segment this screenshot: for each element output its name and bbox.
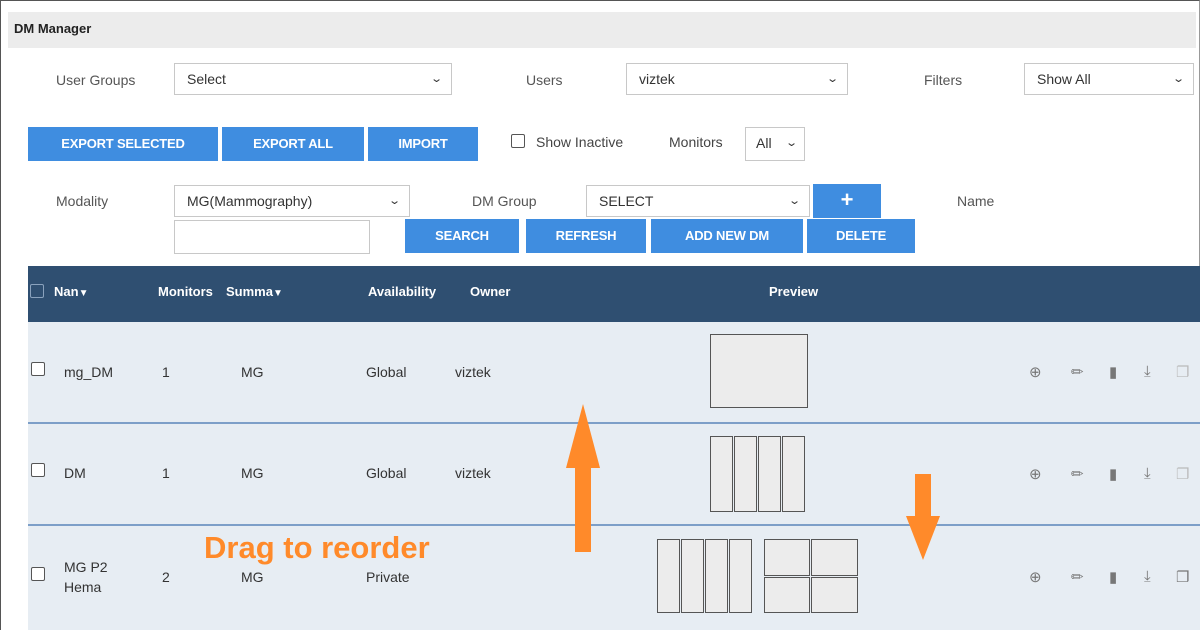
- row-summary: MG: [241, 569, 264, 585]
- user-groups-label: User Groups: [56, 72, 136, 88]
- users-value: viztek: [639, 71, 675, 87]
- user-groups-value: Select: [187, 71, 226, 87]
- modality-label: Modality: [56, 193, 109, 209]
- edit-pencil-icon[interactable]: ✏: [1071, 465, 1084, 483]
- preview-viewport: [657, 539, 680, 613]
- preview-viewport: [811, 539, 858, 576]
- preview-viewport: [764, 539, 810, 576]
- row-name: MG P2 Hema: [64, 559, 108, 595]
- sort-down-icon: ▼: [78, 288, 89, 299]
- add-new-dm-button[interactable]: ADD NEW DM: [651, 219, 803, 253]
- preview-viewport: [705, 539, 728, 613]
- add-dm-group-button[interactable]: +: [813, 184, 881, 218]
- preview-viewport: [710, 436, 733, 512]
- add-circle-icon[interactable]: ⊕: [1029, 363, 1042, 381]
- download-icon[interactable]: ⤓: [1144, 568, 1151, 585]
- filters-value: Show All: [1037, 71, 1091, 87]
- table-header: Nan▼ Monitors Summa▼ Availability Owner …: [28, 266, 1200, 322]
- preview-viewport: [811, 577, 858, 613]
- header-summary-label: Summa: [226, 284, 273, 299]
- show-inactive-label: Show Inactive: [536, 134, 624, 150]
- edit-pencil-icon[interactable]: ✏: [1071, 363, 1084, 381]
- user-groups-select[interactable]: Select ⌄: [174, 63, 452, 95]
- refresh-button[interactable]: REFRESH: [526, 219, 646, 253]
- row-checkbox[interactable]: [31, 567, 45, 581]
- row-checkbox[interactable]: [31, 463, 45, 477]
- sort-down-icon: ▼: [272, 288, 283, 299]
- chevron-down-icon: ⌄: [825, 73, 839, 85]
- row-summary: MG: [241, 465, 264, 481]
- modality-select[interactable]: MG(Mammography) ⌄: [174, 185, 410, 217]
- title-bar: DM Manager: [8, 12, 1196, 48]
- download-icon[interactable]: ⤓: [1144, 363, 1151, 380]
- row-availability: Global: [366, 465, 407, 481]
- users-label: Users: [526, 72, 563, 88]
- dm-group-select[interactable]: SELECT ⌄: [586, 185, 810, 217]
- chevron-down-icon: ⌄: [784, 137, 798, 149]
- header-preview: Preview: [769, 284, 819, 299]
- row-summary: MG: [241, 364, 264, 380]
- chevron-down-icon: ⌄: [429, 73, 443, 85]
- delete-button[interactable]: DELETE: [807, 219, 915, 253]
- trash-icon[interactable]: ▮: [1109, 568, 1117, 586]
- edit-pencil-icon[interactable]: ✏: [1071, 568, 1084, 586]
- row-owner: viztek: [455, 465, 491, 481]
- filters-select[interactable]: Show All ⌄: [1024, 63, 1194, 95]
- chevron-down-icon: ⌄: [387, 195, 401, 207]
- export-all-button[interactable]: EXPORT ALL: [222, 127, 364, 161]
- chevron-down-icon: ⌄: [1171, 73, 1185, 85]
- copy-icon[interactable]: ❐: [1176, 465, 1189, 483]
- page-title: DM Manager: [14, 21, 92, 36]
- preview-monitor: [710, 334, 808, 408]
- copy-icon[interactable]: ❐: [1176, 363, 1189, 381]
- preview-viewport: [764, 577, 810, 613]
- add-circle-icon[interactable]: ⊕: [1029, 465, 1042, 483]
- header-availability[interactable]: Availability: [368, 284, 436, 299]
- header-name[interactable]: Nan▼: [54, 284, 88, 299]
- row-checkbox[interactable]: [31, 362, 45, 376]
- header-owner[interactable]: Owner: [470, 284, 510, 299]
- drag-to-reorder-caption: Drag to reorder: [204, 530, 430, 565]
- name-input[interactable]: [174, 220, 370, 254]
- dm-group-label: DM Group: [472, 193, 537, 209]
- row-monitors: 1: [162, 465, 170, 481]
- preview-viewport: [782, 436, 805, 512]
- row-availability: Global: [366, 364, 407, 380]
- trash-icon[interactable]: ▮: [1109, 363, 1117, 381]
- import-button[interactable]: IMPORT: [368, 127, 478, 161]
- name-label: Name: [957, 193, 995, 209]
- preview-viewport: [681, 539, 704, 613]
- row-name: DM: [64, 465, 86, 481]
- row-owner: viztek: [455, 364, 491, 380]
- preview-viewport: [758, 436, 781, 512]
- header-name-label: Nan: [54, 284, 79, 299]
- search-button[interactable]: SEARCH: [405, 219, 519, 253]
- filters-label: Filters: [924, 72, 963, 88]
- row-monitors: 1: [162, 364, 170, 380]
- users-select[interactable]: viztek ⌄: [626, 63, 848, 95]
- table-row[interactable]: [28, 424, 1200, 524]
- header-summary[interactable]: Summa▼: [226, 284, 283, 299]
- row-monitors: 2: [162, 569, 170, 585]
- download-icon[interactable]: ⤓: [1144, 465, 1151, 482]
- preview-viewport: [734, 436, 757, 512]
- monitors-label: Monitors: [669, 134, 723, 150]
- row-availability: Private: [366, 569, 410, 585]
- select-all-checkbox[interactable]: [30, 284, 44, 298]
- modality-value: MG(Mammography): [187, 193, 313, 209]
- dm-group-value: SELECT: [599, 193, 654, 209]
- add-circle-icon[interactable]: ⊕: [1029, 568, 1042, 586]
- show-inactive-checkbox[interactable]: [511, 134, 525, 148]
- copy-icon[interactable]: ❐: [1176, 568, 1189, 586]
- monitors-value: All: [756, 135, 772, 151]
- preview-viewport: [729, 539, 752, 613]
- chevron-down-icon: ⌄: [787, 195, 801, 207]
- table-row[interactable]: [28, 322, 1200, 422]
- row-name: mg_DM: [64, 364, 114, 380]
- monitors-select[interactable]: All ⌄: [745, 127, 805, 161]
- header-monitors[interactable]: Monitors: [158, 284, 213, 299]
- trash-icon[interactable]: ▮: [1109, 465, 1117, 483]
- export-selected-button[interactable]: EXPORT SELECTED: [28, 127, 218, 161]
